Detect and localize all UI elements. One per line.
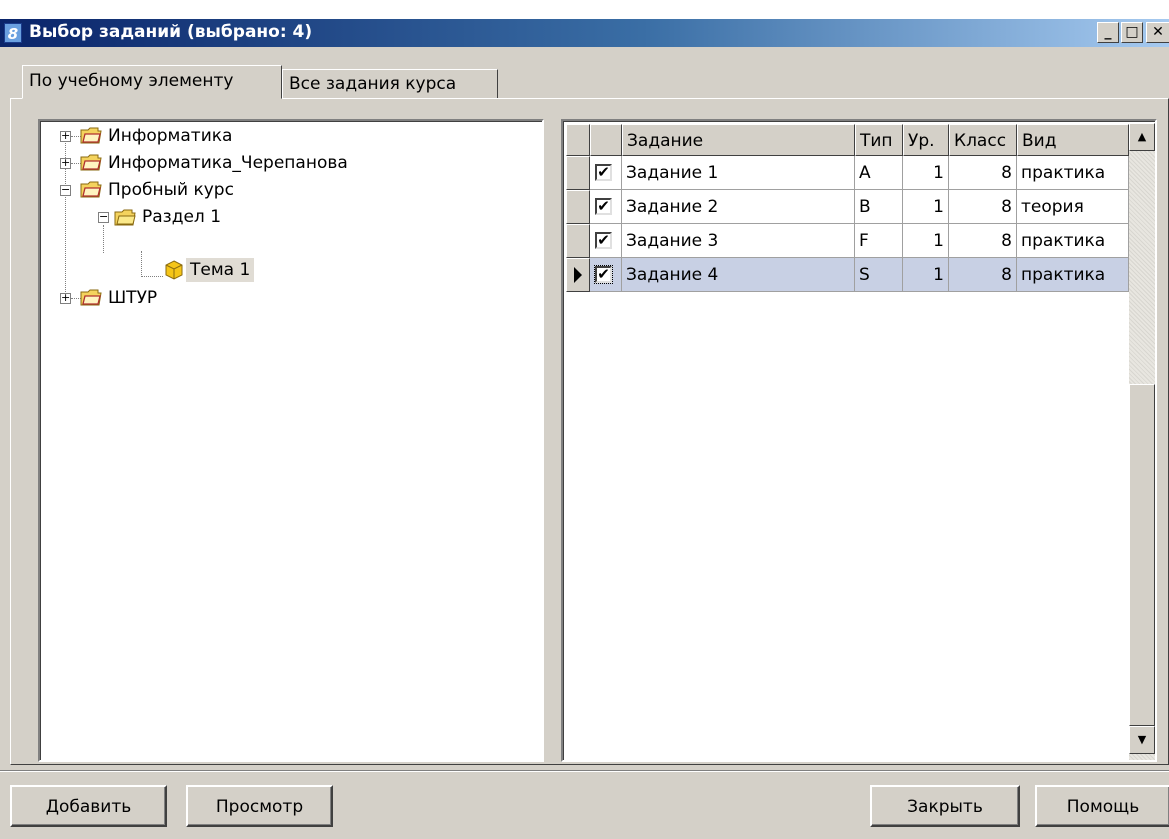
kind-cell: теория bbox=[1017, 190, 1129, 224]
tab-all-course-tasks[interactable]: Все задания курса bbox=[282, 69, 498, 99]
level-cell: 1 bbox=[903, 190, 949, 224]
tree-item-label: Пробный курс bbox=[108, 180, 234, 200]
vertical-scrollbar[interactable]: ▲ ▼ bbox=[1129, 123, 1155, 760]
class-cell: 8 bbox=[949, 258, 1017, 292]
indicator-header bbox=[566, 124, 590, 156]
type-cell: B bbox=[855, 190, 903, 224]
kind-cell: практика bbox=[1017, 156, 1129, 190]
column-header-type[interactable]: Тип bbox=[855, 124, 903, 156]
minimize-icon[interactable]: _ bbox=[1097, 22, 1119, 43]
tab-by-learning-element[interactable]: По учебному элементу bbox=[22, 65, 282, 99]
tree-item-label: Тема 1 bbox=[186, 258, 255, 282]
maximize-icon[interactable]: □ bbox=[1121, 22, 1143, 43]
scroll-down-icon[interactable]: ▼ bbox=[1129, 726, 1155, 754]
tree-item-label: ШТУР bbox=[108, 288, 158, 308]
table-row[interactable]: ✔ Задание 1 A 1 8 практика bbox=[563, 156, 1129, 190]
checkbox[interactable]: ✔ bbox=[595, 164, 612, 181]
footer-separator bbox=[0, 770, 1169, 772]
scroll-up-icon[interactable]: ▲ bbox=[1129, 123, 1155, 151]
level-cell: 1 bbox=[903, 258, 949, 292]
column-header-check[interactable] bbox=[590, 124, 622, 156]
expand-icon[interactable]: + bbox=[60, 130, 71, 142]
book-folder-icon bbox=[80, 289, 102, 306]
checkbox-cell[interactable]: ✔ bbox=[590, 190, 622, 224]
view-button[interactable]: Просмотр bbox=[186, 785, 333, 827]
column-header-task[interactable]: Задание bbox=[622, 124, 855, 156]
add-button[interactable]: Добавить bbox=[10, 785, 167, 827]
checkbox[interactable]: ✔ bbox=[595, 232, 612, 249]
tree-item-label: Информатика bbox=[108, 126, 233, 146]
task-cell: Задание 2 bbox=[622, 190, 855, 224]
task-cell: Задание 3 bbox=[622, 224, 855, 258]
level-cell: 1 bbox=[903, 156, 949, 190]
window-title: Выбор заданий (выбрано: 4) bbox=[29, 22, 313, 42]
table-row[interactable]: ✔ Задание 3 F 1 8 практика bbox=[563, 224, 1129, 258]
book-folder-icon bbox=[80, 181, 102, 198]
row-indicator bbox=[566, 190, 590, 224]
type-cell: S bbox=[855, 258, 903, 292]
row-indicator bbox=[566, 258, 590, 292]
task-cell: Задание 1 bbox=[622, 156, 855, 190]
expand-icon[interactable]: + bbox=[60, 157, 71, 169]
tree-item-label: Информатика_Черепанова bbox=[108, 153, 348, 173]
close-button[interactable]: Закрыть bbox=[870, 785, 1020, 827]
class-cell: 8 bbox=[949, 190, 1017, 224]
task-selection-window: 8 Выбор заданий (выбрано: 4) _ □ ✕ По уч… bbox=[0, 19, 1169, 839]
kind-cell: практика bbox=[1017, 224, 1129, 258]
book-folder-icon bbox=[80, 127, 102, 144]
tree-line bbox=[141, 276, 163, 277]
checkbox-cell[interactable]: ✔ bbox=[590, 224, 622, 258]
checkbox-cell[interactable]: ✔ bbox=[590, 156, 622, 190]
scroll-thumb[interactable] bbox=[1129, 384, 1155, 726]
row-indicator bbox=[566, 224, 590, 258]
class-cell: 8 bbox=[949, 224, 1017, 258]
course-tree[interactable]: + Информатика + Информатика_Черепанова −… bbox=[38, 119, 544, 762]
table-row-current[interactable]: ✔ Задание 4 S 1 8 практика bbox=[563, 258, 1129, 292]
book-folder-icon bbox=[80, 154, 102, 171]
collapse-icon[interactable]: − bbox=[98, 211, 109, 223]
tasks-grid[interactable]: Задание Тип Ур. Класс Вид ✔ Задание 1 A … bbox=[561, 119, 1157, 762]
type-cell: A bbox=[855, 156, 903, 190]
type-cell: F bbox=[855, 224, 903, 258]
table-row[interactable]: ✔ Задание 2 B 1 8 теория bbox=[563, 190, 1129, 224]
task-cell: Задание 4 bbox=[622, 258, 855, 292]
class-cell: 8 bbox=[949, 156, 1017, 190]
checkbox[interactable]: ✔ bbox=[594, 265, 613, 284]
kind-cell: практика bbox=[1017, 258, 1129, 292]
column-header-level[interactable]: Ур. bbox=[903, 124, 949, 156]
help-button[interactable]: Помощь bbox=[1035, 785, 1169, 827]
close-icon[interactable]: ✕ bbox=[1146, 22, 1169, 43]
cube-icon bbox=[165, 260, 183, 280]
column-header-kind[interactable]: Вид bbox=[1017, 124, 1129, 156]
tree-item-label: Раздел 1 bbox=[142, 207, 222, 227]
current-row-arrow-icon bbox=[574, 267, 582, 283]
expand-icon[interactable]: + bbox=[60, 292, 71, 304]
row-indicator bbox=[566, 156, 590, 190]
app-icon: 8 bbox=[4, 23, 22, 43]
collapse-icon[interactable]: − bbox=[60, 184, 71, 196]
tree-line bbox=[103, 225, 104, 253]
level-cell: 1 bbox=[903, 224, 949, 258]
folder-icon bbox=[114, 209, 136, 226]
checkbox[interactable]: ✔ bbox=[595, 198, 612, 215]
column-header-class[interactable]: Класс bbox=[949, 124, 1017, 156]
tree-line bbox=[141, 251, 142, 277]
checkbox-cell[interactable]: ✔ bbox=[590, 258, 622, 292]
title-bar[interactable]: 8 Выбор заданий (выбрано: 4) _ □ ✕ bbox=[0, 19, 1169, 47]
